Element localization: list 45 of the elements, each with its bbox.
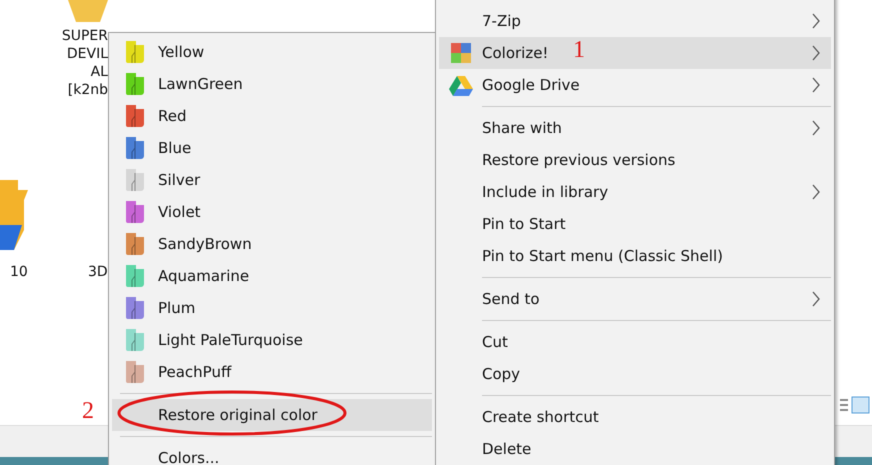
palette-icon	[450, 42, 472, 64]
folder-icon	[125, 328, 145, 352]
view-icon	[840, 396, 870, 414]
folder-icon	[125, 296, 145, 320]
folder-icon	[125, 264, 145, 288]
file-name[interactable]: SUPER DEVIL AL [k2nb	[62, 27, 108, 99]
file-name[interactable]: 3D	[88, 263, 108, 281]
folder-icon	[125, 72, 145, 96]
menu-item[interactable]: 7-Zip	[439, 5, 831, 37]
menu-item[interactable]: Send to	[439, 283, 831, 315]
folder-icon	[125, 136, 145, 160]
folder-icon	[125, 40, 145, 64]
menu-item[interactable]: Red	[112, 100, 432, 132]
menu-item[interactable]: Light PaleTurquoise	[112, 324, 432, 356]
folder-icon	[125, 232, 145, 256]
folder-icon	[125, 360, 145, 384]
menu-item[interactable]: Violet	[112, 196, 432, 228]
folder-icon	[125, 104, 145, 128]
menu-item[interactable]: Yellow	[112, 36, 432, 68]
folder-icon	[125, 168, 145, 192]
menu-item[interactable]: Delete	[439, 433, 831, 465]
menu-item[interactable]: Google Drive	[439, 69, 831, 101]
menu-item[interactable]: Restore previous versions	[439, 144, 831, 176]
menu-item[interactable]: Aquamarine	[112, 260, 432, 292]
menu-item[interactable]: Colors...	[112, 442, 432, 465]
menu-item[interactable]: Restore original color	[112, 399, 432, 431]
menu-item[interactable]: Plum	[112, 292, 432, 324]
folder-icon	[125, 200, 145, 224]
menu-item[interactable]: PeachPuff	[112, 356, 432, 388]
annotation-number: 1	[573, 38, 585, 62]
menu-item[interactable]: Blue	[112, 132, 432, 164]
menu-item[interactable]: Pin to Start menu (Classic Shell)	[439, 240, 831, 272]
menu-item[interactable]: Silver	[112, 164, 432, 196]
menu-item[interactable]: Create shortcut	[439, 401, 831, 433]
menu-item[interactable]: Pin to Start	[439, 208, 831, 240]
menu-item[interactable]: Include in library	[439, 176, 831, 208]
menu-item[interactable]: Cut	[439, 326, 831, 358]
file-name[interactable]: 10	[10, 263, 28, 281]
annotation-number: 2	[82, 399, 94, 423]
menu-item[interactable]: LawnGreen	[112, 68, 432, 100]
file-icon	[68, 0, 108, 22]
triangle-logo-icon	[448, 74, 472, 96]
menu-item[interactable]: Share with	[439, 112, 831, 144]
menu-item[interactable]: Copy	[439, 358, 831, 390]
menu-item[interactable]: SandyBrown	[112, 228, 432, 260]
